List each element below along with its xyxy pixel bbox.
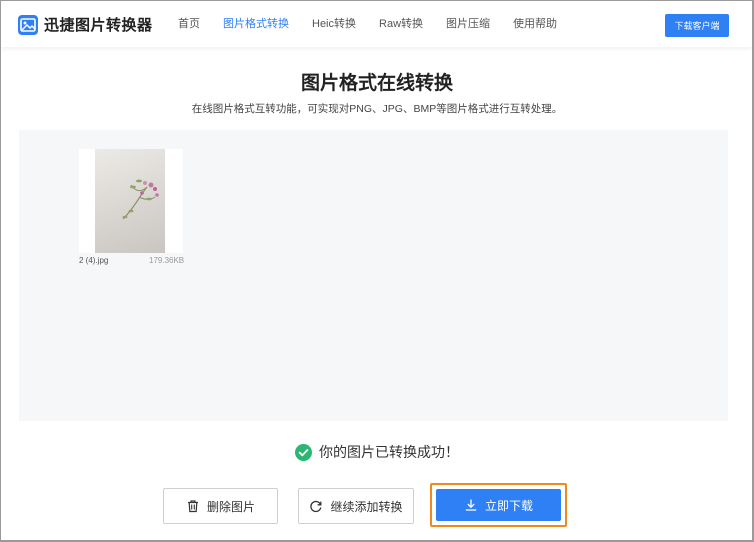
file-size: 179.36KB: [149, 256, 185, 265]
nav-home[interactable]: 首页: [178, 1, 200, 47]
delete-image-label: 删除图片: [206, 499, 255, 514]
top-header: 迅捷图片转换器 首页 图片格式转换 Heic转换 Raw转换 图片压缩 使用帮助…: [1, 1, 752, 47]
download-client-button[interactable]: 下载客户端: [665, 14, 729, 37]
check-circle-icon: [295, 443, 312, 461]
download-now-button[interactable]: 立即下载: [436, 489, 561, 521]
refresh-icon: [310, 500, 322, 513]
add-more-convert-label: 继续添加转换: [330, 499, 403, 514]
logo[interactable]: 迅捷图片转换器: [18, 14, 153, 35]
main-nav: 首页 图片格式转换 Heic转换 Raw转换 图片压缩 使用帮助: [178, 1, 580, 47]
trash-icon: [187, 500, 198, 513]
download-button-highlight: 立即下载: [430, 483, 567, 527]
nav-raw-convert[interactable]: Raw转换: [379, 1, 423, 47]
logo-image-icon: [18, 14, 38, 35]
success-message: 你的图片已转换成功！: [0, 442, 754, 462]
success-text: 你的图片已转换成功！: [319, 445, 459, 461]
nav-format-convert[interactable]: 图片格式转换: [223, 1, 289, 47]
nav-compress[interactable]: 图片压缩: [446, 1, 490, 47]
nav-help[interactable]: 使用帮助: [513, 1, 557, 47]
delete-image-button[interactable]: 删除图片: [163, 488, 278, 524]
file-thumbnail-card[interactable]: [79, 149, 183, 253]
page-subtitle: 在线图片格式互转功能，可实现对PNG、JPG、BMP等图片格式进行互转处理。: [191, 103, 563, 115]
add-more-convert-button[interactable]: 继续添加转换: [298, 488, 414, 524]
image-thumbnail: [95, 149, 165, 253]
file-name: 2 (4).jpg: [79, 256, 109, 265]
download-icon: [465, 499, 477, 511]
logo-text: 迅捷图片转换器: [44, 16, 153, 34]
nav-heic-convert[interactable]: Heic转换: [312, 1, 356, 47]
file-dropzone[interactable]: 2 (4).jpg 179.36KB: [19, 130, 728, 421]
page-title: 图片格式在线转换: [300, 72, 453, 94]
download-now-label: 立即下载: [484, 498, 533, 513]
